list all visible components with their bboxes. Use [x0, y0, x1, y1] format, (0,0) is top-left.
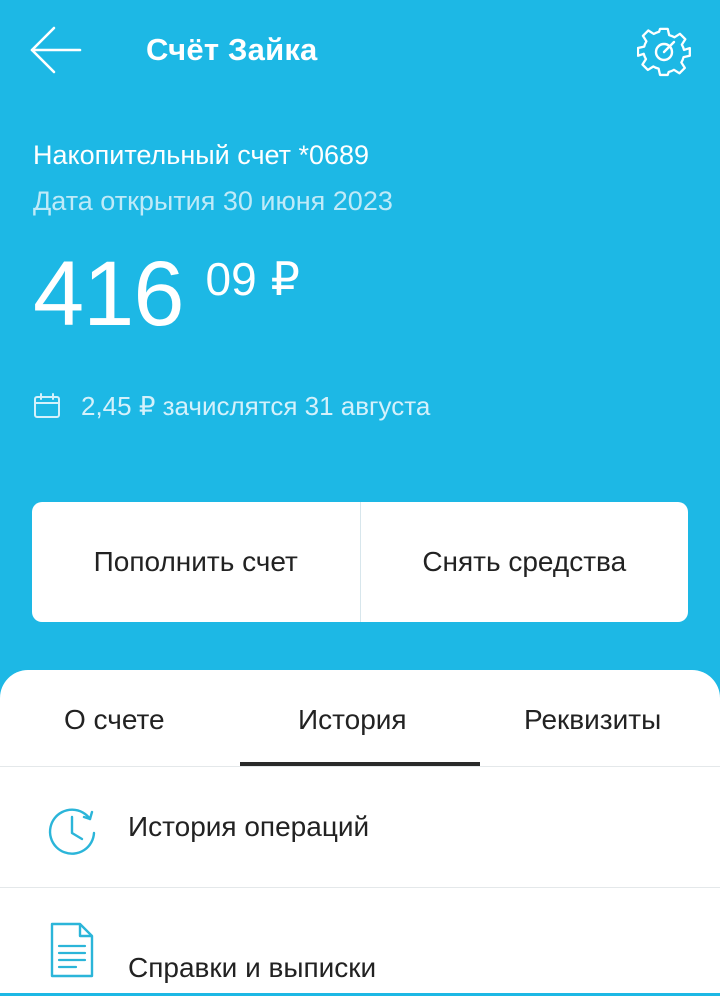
- list-item-statements[interactable]: Справки и выписки: [0, 888, 720, 996]
- balance-currency: ₽: [270, 253, 300, 305]
- account-name: Накопительный счет *0689: [33, 140, 370, 170]
- tab-about-account[interactable]: О счете: [64, 704, 165, 736]
- top-up-button[interactable]: Пополнить счет: [32, 502, 360, 622]
- tab-bar: О счете История Реквизиты: [0, 670, 720, 767]
- tab-history[interactable]: История: [298, 704, 407, 736]
- list-item-label: История операций: [128, 811, 370, 842]
- bottom-sheet: О счете История Реквизиты История операц…: [0, 670, 720, 993]
- account-open-date: Дата открытия 30 июня 2023: [33, 186, 393, 216]
- action-buttons: Пополнить счет Снять средства: [32, 502, 688, 622]
- balance-integer: 416: [33, 243, 184, 345]
- document-icon: [50, 922, 94, 978]
- list-item-label: Справки и выписки: [128, 952, 377, 983]
- clock-history-icon: [48, 808, 96, 855]
- accrual-info: 2,45 ₽ зачислятся 31 августа: [33, 388, 430, 424]
- settings-button[interactable]: [636, 25, 691, 79]
- gear-icon: [636, 27, 691, 77]
- header: Счёт Зайка: [0, 0, 720, 104]
- back-button[interactable]: [28, 24, 84, 76]
- calendar-icon: [34, 393, 60, 418]
- balance-fraction: 09: [205, 253, 257, 305]
- accrual-text: 2,45 ₽ зачислятся 31 августа: [81, 390, 431, 421]
- withdraw-button[interactable]: Снять средства: [361, 502, 689, 622]
- tab-requisites[interactable]: Реквизиты: [524, 704, 661, 736]
- active-tab-indicator: [240, 762, 480, 766]
- page-title: Счёт Зайка: [146, 32, 318, 67]
- arrow-left-icon: [30, 26, 82, 74]
- balance: 416 09 ₽: [33, 248, 300, 340]
- app-screen: Счёт Зайка Накопительный счет *0689 Дата…: [0, 0, 720, 993]
- list-item-operations-history[interactable]: История операций: [0, 767, 720, 888]
